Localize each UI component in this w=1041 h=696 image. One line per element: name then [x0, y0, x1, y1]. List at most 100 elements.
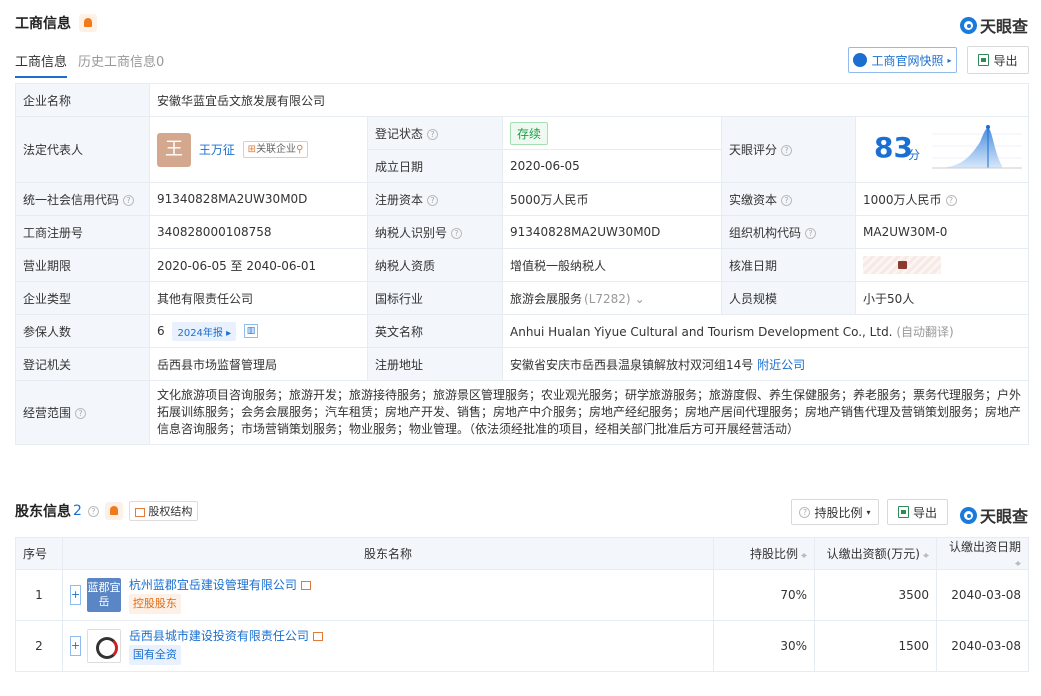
expand-icon[interactable]: + — [70, 585, 81, 605]
bell-icon[interactable] — [79, 14, 97, 32]
equity-structure-button[interactable]: 股权结构 — [128, 501, 199, 521]
annual-report-tag[interactable]: 2024年报 ▸ — [172, 321, 237, 341]
structure-icon — [134, 507, 145, 517]
company-logo[interactable] — [87, 629, 121, 663]
shareholder-cell: + 蓝郡宜岳 杭州蓝郡宜岳建设管理有限公司 控股股东 — [62, 569, 714, 621]
snapshot-button[interactable]: 工商官网快照 ▸ — [848, 47, 957, 73]
help-icon[interactable]: ? — [805, 227, 817, 239]
legal-rep-cell: 王 王万征 ⊞关联企业⚲ — [149, 116, 368, 183]
pin-icon: ⚲ — [296, 144, 304, 155]
found-date: 2020-06-05 — [502, 149, 722, 183]
reg-capital: 5000万人民币 — [502, 182, 722, 216]
org-code: MA2UW30M-0 — [854, 215, 1030, 249]
shareholder-name[interactable]: 岳西县城市建设投资有限责任公司 — [129, 629, 309, 643]
sort-icon — [801, 550, 807, 560]
taxpayer-qual-label: 纳税人资质 — [367, 248, 503, 282]
type: 其他有限责任公司 — [149, 281, 368, 315]
structure-icon[interactable] — [300, 581, 311, 590]
reg-no-label: 工商注册号 — [15, 215, 150, 249]
caret-down-icon: ▾ — [866, 507, 871, 517]
approve-date-label: 核准日期 — [721, 248, 856, 282]
legal-rep-label: 法定代表人 — [15, 116, 150, 183]
col-ratio[interactable]: 持股比例 — [713, 537, 815, 570]
score-cell[interactable]: 83 分 — [854, 116, 1030, 183]
excel-icon — [978, 54, 990, 66]
company-logo[interactable]: 蓝郡宜岳 — [87, 578, 121, 612]
help-icon[interactable]: ? — [427, 194, 439, 206]
reg-status-badge: 存续 — [510, 121, 549, 145]
credit-code: 91340828MA2UW30M0D — [149, 182, 368, 216]
score-distribution-chart — [932, 125, 1022, 169]
excel-icon — [897, 506, 909, 518]
legal-rep-name[interactable]: 王万征 — [199, 143, 235, 157]
reg-status-label: 登记状态? — [367, 116, 503, 150]
found-date-label: 成立日期 — [367, 149, 503, 183]
shareholders-export-button[interactable]: 导出 — [887, 499, 948, 525]
locked-value-icon[interactable] — [863, 256, 941, 274]
tab-business-info[interactable]: 工商信息 — [15, 51, 68, 78]
help-icon[interactable]: ? — [451, 227, 463, 239]
help-icon[interactable]: ? — [781, 145, 793, 156]
help-icon[interactable]: ? — [945, 194, 957, 206]
type-label: 企业类型 — [15, 281, 150, 315]
company-name: 安徽华蓝宜岳文旅发展有限公司 — [148, 83, 1030, 117]
col-amount[interactable]: 认缴出资额(万元) — [814, 537, 937, 570]
authority-label: 登记机关 — [15, 347, 150, 381]
structure-icon[interactable] — [312, 632, 323, 641]
bell-icon[interactable] — [104, 502, 123, 520]
arrow-right-icon: ▸ — [947, 55, 952, 65]
industry-cell[interactable]: 旅游会展服务 (L7282) ⌄ — [502, 281, 722, 315]
holder-tag: 国有全资 — [128, 645, 181, 665]
help-icon[interactable]: ? — [427, 128, 439, 140]
company-name-label: 企业名称 — [15, 83, 150, 117]
table-row: 2 + 岳西县城市建设投资有限责任公司 国有全资 30% 1500 2040-0… — [15, 620, 1029, 672]
insured-label: 参保人数 — [15, 314, 150, 348]
staff-label: 人员规模 — [721, 281, 856, 315]
paid-capital-cell: 1000万人民币? — [854, 182, 1030, 216]
ratio-filter-button[interactable]: ? 持股比例 ▾ — [791, 499, 879, 525]
logo-icon — [959, 16, 977, 34]
term: 2020-06-05 至 2040-06-01 — [149, 248, 368, 282]
credit-code-label: 统一社会信用代码? — [15, 182, 150, 216]
paid-capital-label: 实缴资本? — [721, 182, 856, 216]
export-button[interactable]: 导出 — [967, 46, 1029, 74]
term-label: 营业期限 — [15, 248, 150, 282]
legal-rep-avatar[interactable]: 王 — [157, 132, 191, 167]
insured-cell: 6 2024年报 ▸ ▥ — [149, 314, 368, 348]
reg-status-cell: 存续 — [502, 116, 722, 150]
staff: 小于50人 — [854, 281, 1030, 315]
col-name: 股东名称 — [62, 537, 714, 570]
industry-label: 国标行业 — [367, 281, 503, 315]
help-icon[interactable]: ? — [781, 194, 793, 206]
en-name-label: 英文名称 — [367, 314, 503, 348]
help-icon[interactable]: ? — [123, 194, 135, 206]
shareholders-count: 2 — [73, 503, 82, 519]
taxpayer-qual: 增值税一般纳税人 — [502, 248, 722, 282]
help-icon: ? — [799, 506, 811, 518]
score-unit: 分 — [908, 148, 921, 162]
help-icon[interactable]: ? — [87, 505, 99, 517]
chart-icon[interactable]: ▥ — [243, 324, 258, 338]
approve-date-cell — [854, 248, 1030, 282]
shareholders-header: 股东信息 2 ? 股权结构 — [15, 501, 199, 521]
sort-icon — [1015, 558, 1021, 568]
shareholder-name[interactable]: 杭州蓝郡宜岳建设管理有限公司 — [129, 578, 297, 592]
tab-history-info[interactable]: 历史工商信息0 — [78, 51, 164, 70]
sort-icon — [923, 550, 929, 560]
expand-icon[interactable]: + — [70, 636, 81, 656]
table-row: 1 +蓝郡宜岳 杭州蓝郡宜岳建设管理有限公司 控股股东 70% 3500 204… — [15, 569, 1029, 621]
col-date[interactable]: 认缴出资日期 — [936, 537, 1029, 570]
en-name-cell: Anhui Hualan Yiyue Cultural and Tourism … — [501, 314, 1030, 348]
holder-tag: 控股股东 — [128, 594, 181, 614]
col-no: 序号 — [15, 537, 63, 570]
taxpayer-id: 91340828MA2UW30M0D — [502, 215, 722, 249]
nearby-companies-link[interactable]: 附近公司 — [757, 358, 805, 372]
related-company-tag[interactable]: ⊞关联企业⚲ — [242, 141, 309, 158]
tianyancha-logo: 天眼查 — [959, 503, 1028, 527]
logo-icon — [959, 506, 977, 524]
link-icon: ⊞ — [247, 144, 257, 155]
address-label: 注册地址 — [367, 347, 503, 381]
chevron-down-icon: ⌄ — [634, 291, 645, 306]
authority: 岳西县市场监督管理局 — [149, 347, 368, 381]
help-icon[interactable]: ? — [75, 408, 87, 419]
